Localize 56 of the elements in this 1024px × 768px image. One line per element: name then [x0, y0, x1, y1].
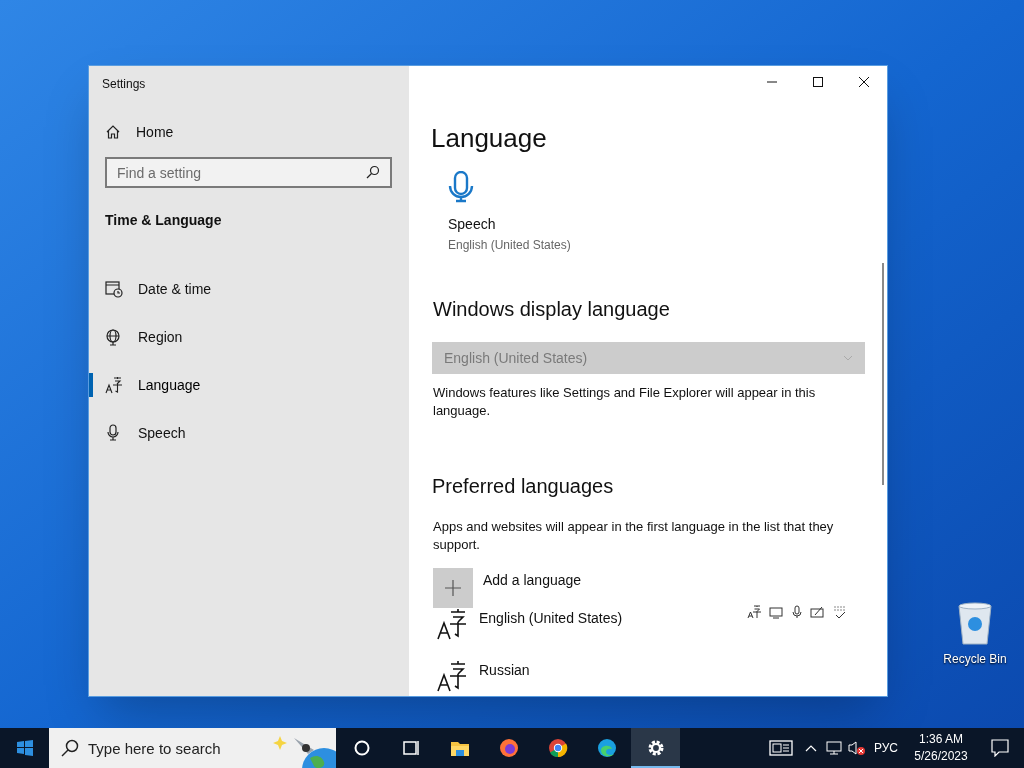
plus-icon [445, 580, 461, 596]
maximize-icon [813, 77, 823, 87]
language-icon [105, 376, 123, 394]
language-name[interactable]: Russian [479, 660, 729, 681]
display-icon [769, 605, 784, 619]
desktop-icon-label[interactable]: Recycle Bin [943, 650, 1007, 668]
microphone-icon [448, 171, 474, 203]
chevron-down-icon [843, 355, 853, 361]
scrollbar[interactable] [882, 263, 884, 485]
tile-subtitle: English (United States) [448, 237, 572, 254]
firefox-icon [498, 738, 519, 758]
section-heading: Preferred languages [432, 474, 615, 499]
clock[interactable]: 1:36 AM 5/26/2023 [910, 731, 972, 765]
search-field[interactable]: Find a setting [105, 157, 392, 188]
language-icon [437, 608, 467, 640]
globe-icon [105, 328, 123, 346]
chevron-up-icon[interactable] [804, 744, 817, 752]
calendar-clock-icon [105, 280, 123, 298]
sidebar-item[interactable]: Region [138, 326, 183, 348]
home-link[interactable]: Home [136, 121, 174, 143]
taskbar-app-button[interactable] [631, 728, 680, 768]
edge-icon [596, 738, 617, 758]
sidebar-item[interactable]: Language [138, 374, 201, 396]
clock-date: 5/26/2023 [914, 748, 968, 765]
input-language-indicator[interactable]: РУС [873, 739, 898, 757]
taskbar-search-field[interactable]: Type here to search [49, 728, 336, 768]
pen-icon [810, 605, 825, 619]
volume-muted-icon[interactable] [847, 740, 866, 756]
recycle-bin-icon [955, 600, 995, 646]
chat-bubble-icon [991, 739, 1009, 757]
language-icon [437, 660, 467, 692]
news-icon[interactable] [768, 739, 793, 757]
network-icon[interactable] [825, 740, 842, 756]
spellcheck-icon [833, 605, 847, 619]
sidebar-item[interactable]: Date & time [138, 278, 212, 300]
microphone-icon [792, 605, 802, 619]
section-heading: Windows display language [433, 297, 671, 322]
home-icon [105, 124, 121, 140]
description-text: Windows features like Settings and File Explorer will appear in this language. [433, 384, 817, 420]
windows-logo-icon [16, 740, 33, 756]
task-view-icon [400, 738, 421, 758]
search-icon [366, 165, 380, 179]
window-title: Settings [102, 76, 147, 93]
section-heading: Time & Language [105, 211, 223, 230]
add-language-link[interactable]: Add a language [483, 570, 582, 591]
chrome-icon [547, 738, 568, 758]
description-text: Apps and websites will appear in the first language in the list that they support. [433, 518, 835, 554]
close-icon [859, 77, 869, 87]
speech-tile[interactable]: Speech English (United States) [448, 171, 588, 254]
search-icon [61, 739, 79, 757]
sidebar-item[interactable]: Speech [138, 422, 186, 444]
language-pack-icon [747, 605, 761, 619]
page-title: Language [431, 122, 548, 155]
language-name[interactable]: English (United States) [479, 608, 729, 629]
clock-time: 1:36 AM [919, 731, 963, 748]
tile-title: Speech [448, 215, 497, 234]
